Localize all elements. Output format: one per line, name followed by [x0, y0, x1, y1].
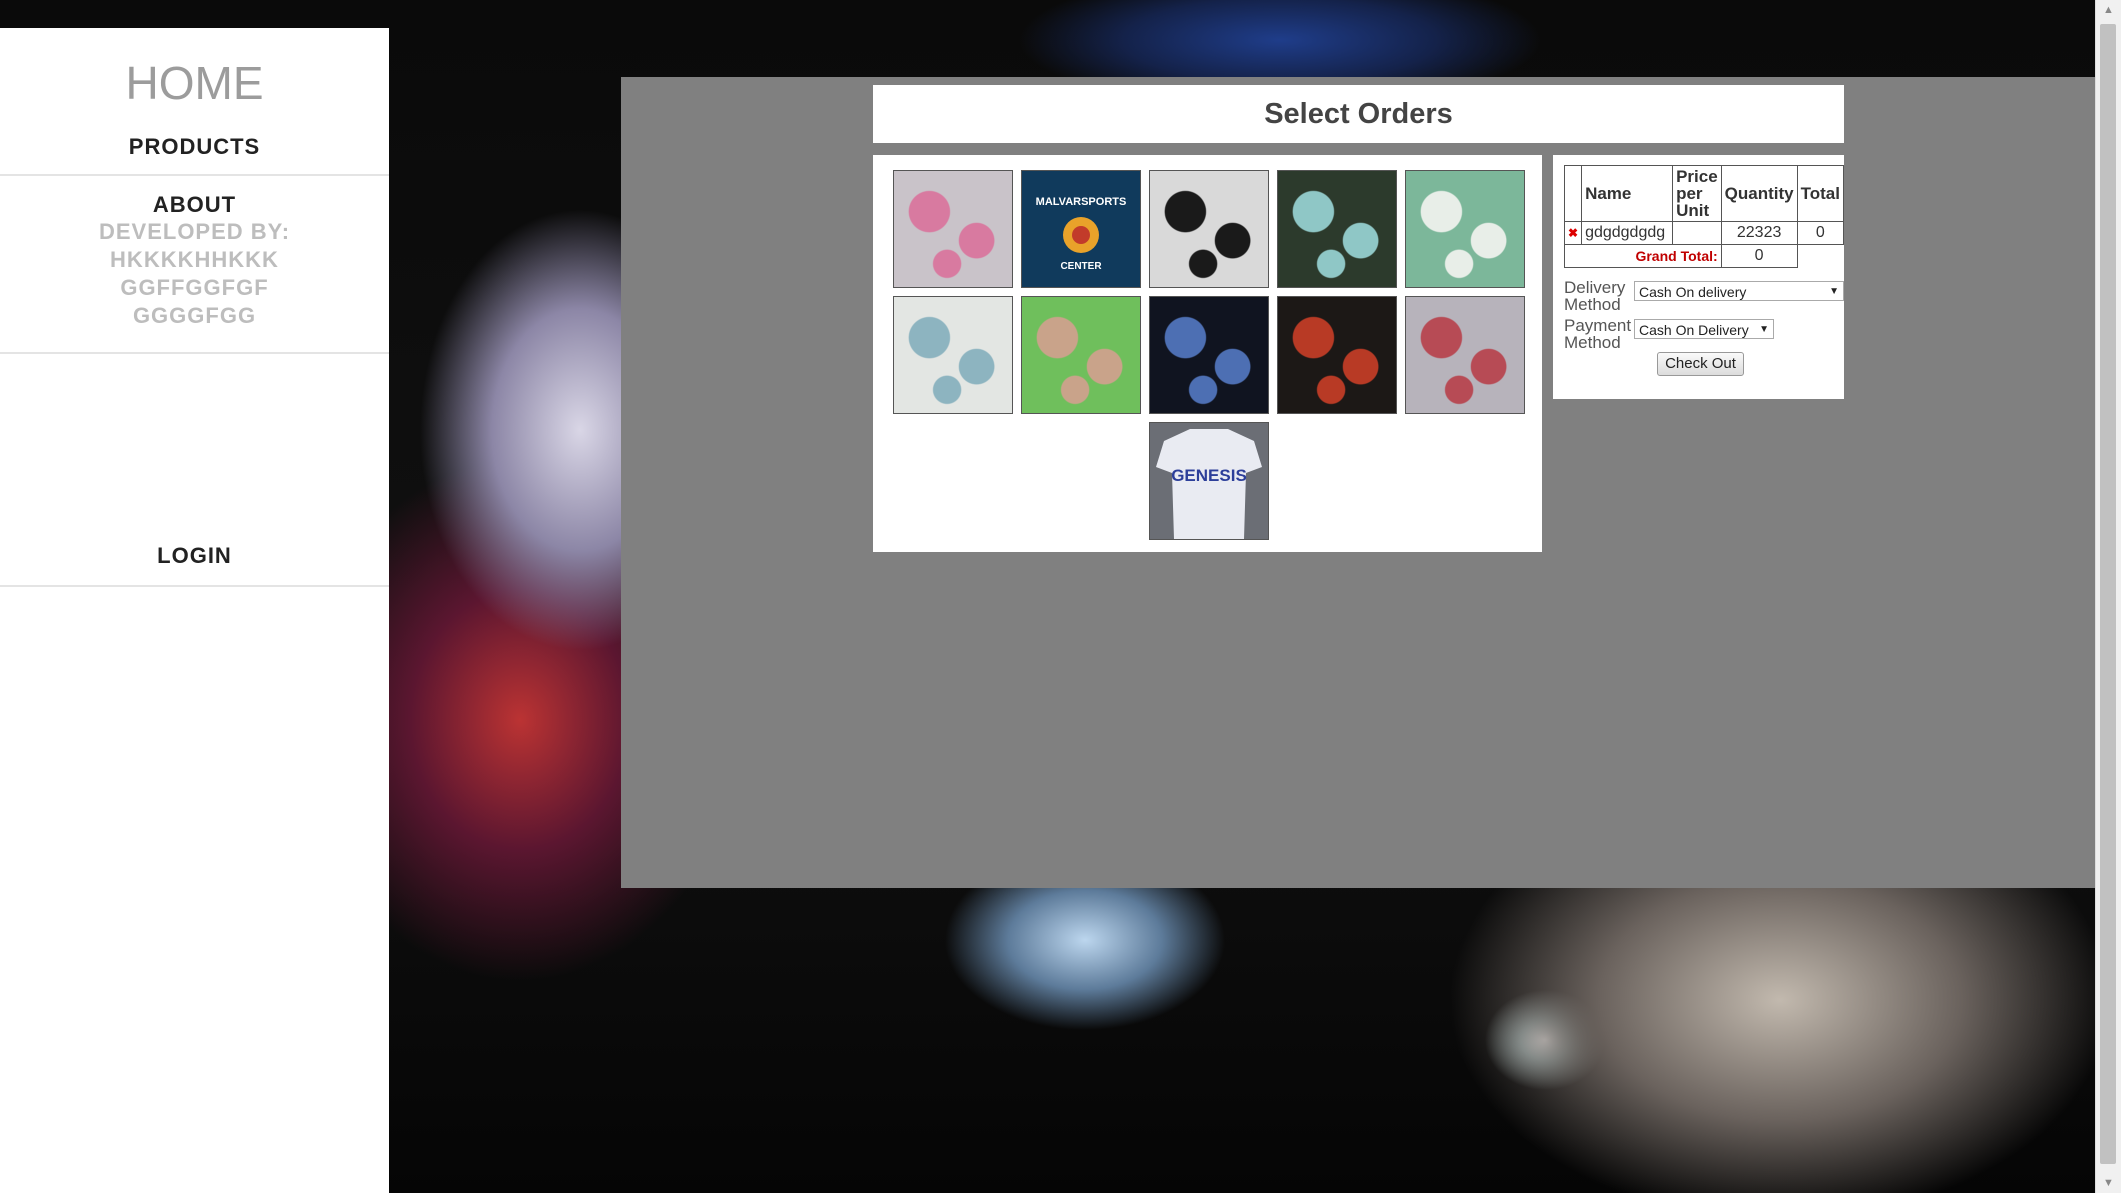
developer-line: GGGGFGG — [132, 303, 257, 328]
column-header-price: Price per Unit — [1672, 165, 1722, 222]
grand-total-value: 0 — [1720, 244, 1798, 268]
scroll-down-icon[interactable]: ▼ — [2096, 1173, 2121, 1193]
column-header-quantity: Quantity — [1720, 165, 1798, 222]
logo-text-top: MALVARSPORTS — [1036, 196, 1127, 208]
vertical-scrollbar[interactable]: ▲ ▼ — [2095, 0, 2121, 1193]
nav-login[interactable]: LOGIN — [0, 543, 389, 587]
product-thumbnail[interactable] — [1149, 170, 1269, 288]
table-row: ✖ gdgdgdgdg 22323 0 — [1563, 221, 1844, 245]
product-thumbnail[interactable] — [1405, 170, 1525, 288]
delivery-method-select[interactable]: Cash On delivery ▼ — [1634, 281, 1844, 301]
remove-item-icon[interactable]: ✖ — [1563, 221, 1583, 245]
delivery-method-label: Delivery Method — [1564, 279, 1625, 313]
products-grid: MALVARSPORTS CENTER GENESIS — [873, 155, 1542, 552]
nav-about[interactable]: ABOUT — [0, 192, 389, 218]
payment-label-line: Payment — [1564, 316, 1632, 335]
payment-method-value: Cash On Delivery — [1639, 322, 1749, 338]
grand-total-row: Grand Total: 0 — [1564, 244, 1844, 268]
scroll-up-icon[interactable]: ▲ — [2096, 0, 2121, 20]
nav-products[interactable]: PRODUCTS — [0, 134, 389, 176]
sidebar-nav: HOME PRODUCTS ABOUT DEVELOPED BY: HKKKKH… — [0, 28, 389, 1193]
delivery-method-value: Cash On delivery — [1639, 284, 1747, 300]
product-thumbnail[interactable] — [1405, 296, 1525, 414]
developer-line: DEVELOPED BY: — [98, 219, 291, 244]
payment-label-line: Method — [1564, 333, 1621, 352]
order-summary: Name Price per Unit Quantity Total ✖ gdg… — [1553, 155, 1844, 399]
modal-title: Select Orders — [873, 85, 1844, 143]
column-header-total: Total — [1796, 165, 1844, 222]
developer-line: HKKKKHHKKK — [110, 247, 279, 272]
order-table: Name Price per Unit Quantity Total ✖ gdg… — [1563, 165, 1844, 268]
scrollbar-thumb[interactable] — [2100, 24, 2116, 1164]
developer-line: GGFFGGFGF — [120, 275, 269, 300]
product-thumbnail[interactable] — [893, 296, 1013, 414]
item-price — [1672, 221, 1722, 245]
payment-method-select[interactable]: Cash On Delivery ▼ — [1634, 319, 1774, 339]
product-thumbnail[interactable] — [1149, 296, 1269, 414]
remove-column-header — [1563, 165, 1583, 222]
grand-total-label: Grand Total: — [1564, 244, 1722, 268]
product-thumbnail[interactable] — [1277, 296, 1397, 414]
payment-method-label: Payment Method — [1564, 317, 1631, 351]
nav-home[interactable]: HOME — [0, 54, 389, 112]
item-quantity[interactable]: 22323 — [1720, 221, 1798, 245]
product-thumbnail[interactable] — [893, 170, 1013, 288]
product-thumbnail[interactable] — [1021, 296, 1141, 414]
tshirt-text: GENESIS — [1171, 466, 1247, 485]
malvar-sports-logo-icon: MALVARSPORTS CENTER — [1022, 171, 1140, 287]
delivery-label-line: Method — [1564, 295, 1621, 314]
item-total: 0 — [1796, 221, 1844, 245]
product-thumbnail[interactable] — [1277, 170, 1397, 288]
product-thumbnail[interactable]: MALVARSPORTS CENTER — [1021, 170, 1141, 288]
tshirt-icon: GENESIS — [1150, 423, 1268, 539]
order-modal-overlay: Select Orders MALVARSPORTS CENTER GENESI… — [621, 77, 2096, 888]
logo-text-bottom: CENTER — [1060, 261, 1102, 272]
delivery-label-line: Delivery — [1564, 278, 1626, 297]
column-header-name: Name — [1581, 165, 1674, 222]
about-section: ABOUT DEVELOPED BY: HKKKKHHKKK GGFFGGFGF… — [0, 192, 389, 354]
checkout-button[interactable]: Check Out — [1657, 352, 1744, 376]
item-name: gdgdgdgdg — [1581, 221, 1674, 245]
product-thumbnail[interactable]: GENESIS — [1149, 422, 1269, 540]
table-header-row: Name Price per Unit Quantity Total — [1563, 165, 1844, 222]
dropdown-arrow-icon: ▼ — [1829, 286, 1839, 297]
dropdown-arrow-icon: ▼ — [1759, 324, 1769, 335]
